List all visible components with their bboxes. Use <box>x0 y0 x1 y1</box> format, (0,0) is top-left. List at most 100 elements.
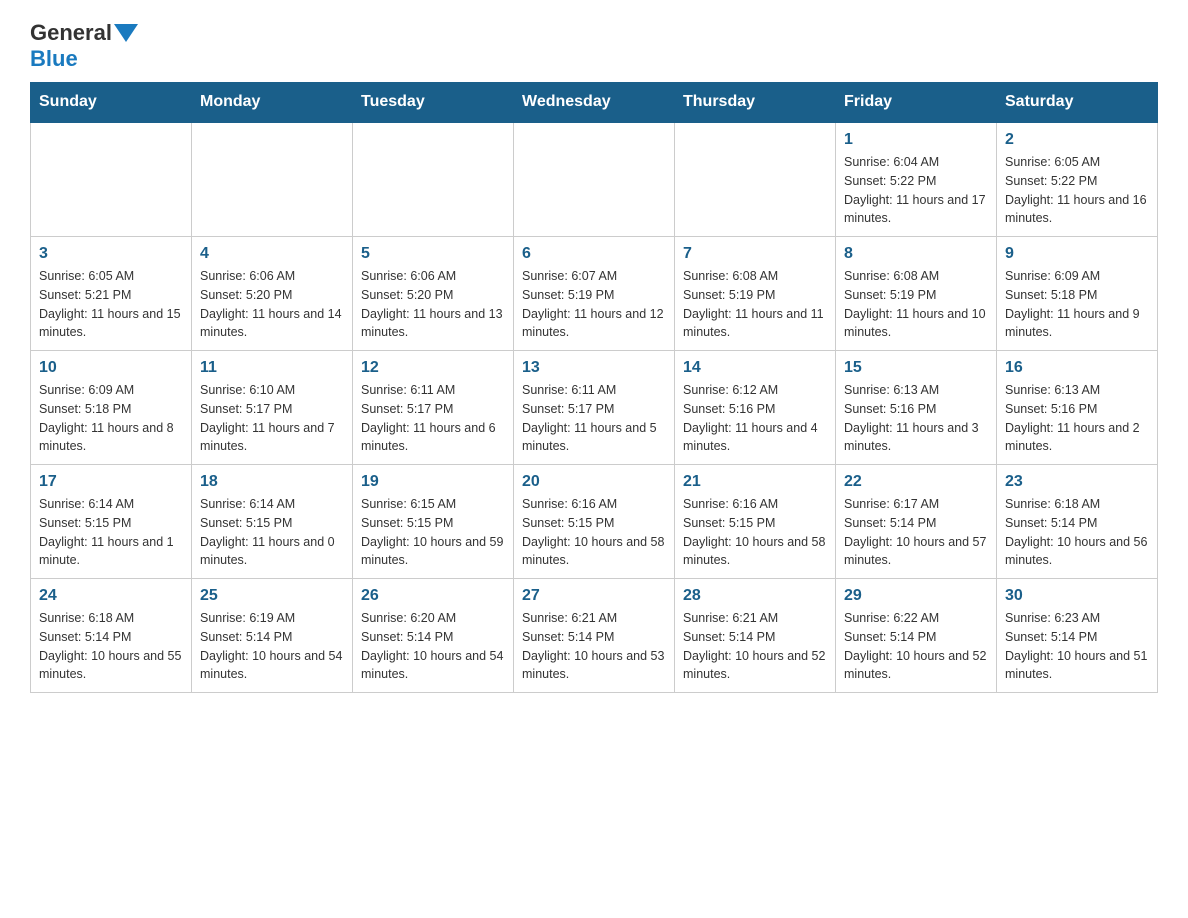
calendar-cell: 1 Sunrise: 6:04 AM Sunset: 5:22 PM Daylig… <box>836 122 997 237</box>
day-info: Sunrise: 6:06 AM Sunset: 5:20 PM Dayligh… <box>200 267 344 342</box>
day-info: Sunrise: 6:12 AM Sunset: 5:16 PM Dayligh… <box>683 381 827 456</box>
day-info: Sunrise: 6:09 AM Sunset: 5:18 PM Dayligh… <box>1005 267 1149 342</box>
day-number: 15 <box>844 359 988 377</box>
day-number: 21 <box>683 473 827 491</box>
day-info: Sunrise: 6:11 AM Sunset: 5:17 PM Dayligh… <box>522 381 666 456</box>
day-info: Sunrise: 6:18 AM Sunset: 5:14 PM Dayligh… <box>39 609 183 684</box>
logo-triangle-icon <box>114 24 138 42</box>
weekday-header-friday: Friday <box>836 83 997 123</box>
calendar-cell: 28 Sunrise: 6:21 AM Sunset: 5:14 PM Dayli… <box>675 579 836 693</box>
day-number: 2 <box>1005 131 1149 149</box>
calendar-cell: 8Sunrise: 6:08 AM Sunset: 5:19 PM Daylig… <box>836 237 997 351</box>
calendar-cell: 30 Sunrise: 6:23 AM Sunset: 5:14 PM Dayli… <box>997 579 1158 693</box>
calendar-cell: 14 Sunrise: 6:12 AM Sunset: 5:16 PM Dayli… <box>675 351 836 465</box>
day-info: Sunrise: 6:15 AM Sunset: 5:15 PM Dayligh… <box>361 495 505 570</box>
calendar-cell: 10 Sunrise: 6:09 AM Sunset: 5:18 PM Dayli… <box>31 351 192 465</box>
calendar-cell: 6 Sunrise: 6:07 AM Sunset: 5:19 PM Daylig… <box>514 237 675 351</box>
day-number: 16 <box>1005 359 1149 377</box>
day-number: 1 <box>844 131 988 149</box>
day-number: 6 <box>522 245 666 263</box>
day-number: 11 <box>200 359 344 377</box>
calendar-cell: 23Sunrise: 6:18 AM Sunset: 5:14 PM Dayli… <box>997 465 1158 579</box>
calendar-cell <box>514 122 675 237</box>
logo-general-text: General <box>30 20 112 46</box>
calendar-cell: 25 Sunrise: 6:19 AM Sunset: 5:14 PM Dayli… <box>192 579 353 693</box>
day-number: 25 <box>200 587 344 605</box>
day-info: Sunrise: 6:05 AM Sunset: 5:21 PM Dayligh… <box>39 267 183 342</box>
calendar-cell <box>31 122 192 237</box>
weekday-header-thursday: Thursday <box>675 83 836 123</box>
calendar-cell: 29 Sunrise: 6:22 AM Sunset: 5:14 PM Dayli… <box>836 579 997 693</box>
day-info: Sunrise: 6:16 AM Sunset: 5:15 PM Dayligh… <box>522 495 666 570</box>
calendar-table: SundayMondayTuesdayWednesdayThursdayFrid… <box>30 82 1158 693</box>
day-number: 12 <box>361 359 505 377</box>
calendar-cell: 12 Sunrise: 6:11 AM Sunset: 5:17 PM Dayli… <box>353 351 514 465</box>
day-number: 9 <box>1005 245 1149 263</box>
day-number: 7 <box>683 245 827 263</box>
day-number: 20 <box>522 473 666 491</box>
day-info: Sunrise: 6:04 AM Sunset: 5:22 PM Dayligh… <box>844 153 988 228</box>
day-info: Sunrise: 6:18 AM Sunset: 5:14 PM Dayligh… <box>1005 495 1149 570</box>
day-info: Sunrise: 6:19 AM Sunset: 5:14 PM Dayligh… <box>200 609 344 684</box>
calendar-week-1: 1 Sunrise: 6:04 AM Sunset: 5:22 PM Daylig… <box>31 122 1158 237</box>
day-info: Sunrise: 6:21 AM Sunset: 5:14 PM Dayligh… <box>683 609 827 684</box>
day-number: 26 <box>361 587 505 605</box>
calendar-cell: 26 Sunrise: 6:20 AM Sunset: 5:14 PM Dayli… <box>353 579 514 693</box>
logo-blue-text: Blue <box>30 46 78 72</box>
calendar-header: SundayMondayTuesdayWednesdayThursdayFrid… <box>31 83 1158 123</box>
day-info: Sunrise: 6:06 AM Sunset: 5:20 PM Dayligh… <box>361 267 505 342</box>
calendar-cell: 21 Sunrise: 6:16 AM Sunset: 5:15 PM Dayli… <box>675 465 836 579</box>
day-info: Sunrise: 6:05 AM Sunset: 5:22 PM Dayligh… <box>1005 153 1149 228</box>
day-number: 4 <box>200 245 344 263</box>
calendar-cell: 2 Sunrise: 6:05 AM Sunset: 5:22 PM Daylig… <box>997 122 1158 237</box>
day-info: Sunrise: 6:10 AM Sunset: 5:17 PM Dayligh… <box>200 381 344 456</box>
day-number: 14 <box>683 359 827 377</box>
day-info: Sunrise: 6:08 AM Sunset: 5:19 PM Dayligh… <box>844 267 988 342</box>
calendar-cell: 4 Sunrise: 6:06 AM Sunset: 5:20 PM Daylig… <box>192 237 353 351</box>
calendar-cell: 17 Sunrise: 6:14 AM Sunset: 5:15 PM Dayli… <box>31 465 192 579</box>
weekday-header-saturday: Saturday <box>997 83 1158 123</box>
page-header: General Blue <box>30 20 1158 72</box>
day-number: 29 <box>844 587 988 605</box>
calendar-cell: 16 Sunrise: 6:13 AM Sunset: 5:16 PM Dayli… <box>997 351 1158 465</box>
day-info: Sunrise: 6:14 AM Sunset: 5:15 PM Dayligh… <box>200 495 344 570</box>
calendar-week-3: 10 Sunrise: 6:09 AM Sunset: 5:18 PM Dayli… <box>31 351 1158 465</box>
calendar-cell <box>675 122 836 237</box>
day-number: 13 <box>522 359 666 377</box>
weekday-header-tuesday: Tuesday <box>353 83 514 123</box>
day-info: Sunrise: 6:13 AM Sunset: 5:16 PM Dayligh… <box>1005 381 1149 456</box>
day-info: Sunrise: 6:09 AM Sunset: 5:18 PM Dayligh… <box>39 381 183 456</box>
calendar-cell: 18Sunrise: 6:14 AM Sunset: 5:15 PM Dayli… <box>192 465 353 579</box>
day-info: Sunrise: 6:11 AM Sunset: 5:17 PM Dayligh… <box>361 381 505 456</box>
calendar-cell: 19Sunrise: 6:15 AM Sunset: 5:15 PM Dayli… <box>353 465 514 579</box>
day-info: Sunrise: 6:07 AM Sunset: 5:19 PM Dayligh… <box>522 267 666 342</box>
calendar-body: 1 Sunrise: 6:04 AM Sunset: 5:22 PM Daylig… <box>31 122 1158 693</box>
day-info: Sunrise: 6:20 AM Sunset: 5:14 PM Dayligh… <box>361 609 505 684</box>
day-number: 24 <box>39 587 183 605</box>
day-info: Sunrise: 6:13 AM Sunset: 5:16 PM Dayligh… <box>844 381 988 456</box>
calendar-cell: 9 Sunrise: 6:09 AM Sunset: 5:18 PM Daylig… <box>997 237 1158 351</box>
day-number: 17 <box>39 473 183 491</box>
logo: General Blue <box>30 20 140 72</box>
day-info: Sunrise: 6:14 AM Sunset: 5:15 PM Dayligh… <box>39 495 183 570</box>
calendar-cell: 7Sunrise: 6:08 AM Sunset: 5:19 PM Daylig… <box>675 237 836 351</box>
weekday-header-sunday: Sunday <box>31 83 192 123</box>
day-number: 28 <box>683 587 827 605</box>
day-number: 27 <box>522 587 666 605</box>
calendar-cell: 15 Sunrise: 6:13 AM Sunset: 5:16 PM Dayli… <box>836 351 997 465</box>
calendar-cell: 20 Sunrise: 6:16 AM Sunset: 5:15 PM Dayli… <box>514 465 675 579</box>
calendar-week-4: 17 Sunrise: 6:14 AM Sunset: 5:15 PM Dayli… <box>31 465 1158 579</box>
day-info: Sunrise: 6:23 AM Sunset: 5:14 PM Dayligh… <box>1005 609 1149 684</box>
day-number: 3 <box>39 245 183 263</box>
calendar-cell <box>353 122 514 237</box>
day-info: Sunrise: 6:22 AM Sunset: 5:14 PM Dayligh… <box>844 609 988 684</box>
calendar-cell: 24 Sunrise: 6:18 AM Sunset: 5:14 PM Dayli… <box>31 579 192 693</box>
day-info: Sunrise: 6:16 AM Sunset: 5:15 PM Dayligh… <box>683 495 827 570</box>
day-number: 10 <box>39 359 183 377</box>
day-info: Sunrise: 6:17 AM Sunset: 5:14 PM Dayligh… <box>844 495 988 570</box>
weekday-header-row: SundayMondayTuesdayWednesdayThursdayFrid… <box>31 83 1158 123</box>
weekday-header-wednesday: Wednesday <box>514 83 675 123</box>
calendar-cell: 22Sunrise: 6:17 AM Sunset: 5:14 PM Dayli… <box>836 465 997 579</box>
day-number: 30 <box>1005 587 1149 605</box>
calendar-cell: 13 Sunrise: 6:11 AM Sunset: 5:17 PM Dayli… <box>514 351 675 465</box>
